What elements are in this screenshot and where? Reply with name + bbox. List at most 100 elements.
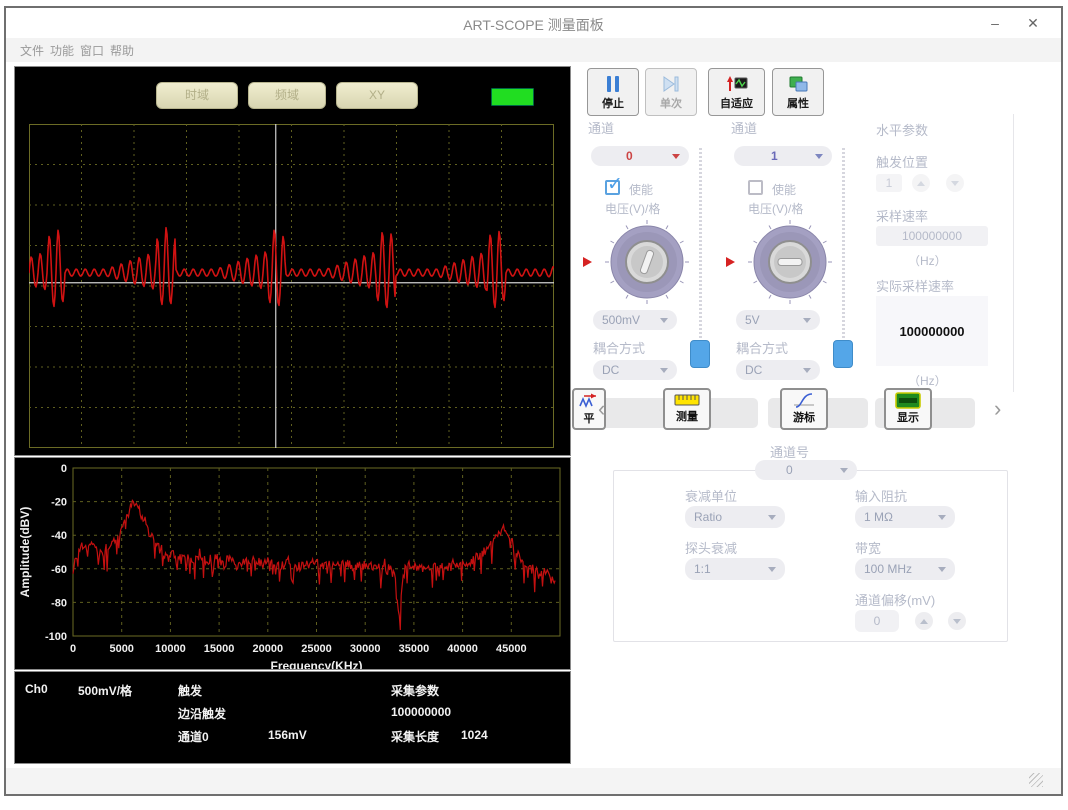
horizontal-params-section: 水平参数 触发位置 1 采样速率 100000000 （Hz） 实际采样速率 1… bbox=[868, 114, 1014, 392]
spectrum-chart: 0500010000150002000025000300003500040000… bbox=[15, 458, 570, 669]
actual-rate-label: 实际采样速率 bbox=[876, 276, 954, 295]
tabs-scroll-right-icon[interactable]: › bbox=[994, 400, 1001, 418]
channel1-coupling-value: DC bbox=[745, 363, 803, 377]
chevron-down-icon bbox=[803, 318, 811, 323]
channel1-coupling-label: 耦合方式 bbox=[736, 338, 788, 357]
trigger-position-up-button[interactable] bbox=[912, 174, 930, 192]
ruler-icon bbox=[674, 392, 700, 408]
scope-display-panel: 时域 频域 XY bbox=[14, 66, 571, 456]
svg-text:-40: -40 bbox=[51, 530, 67, 542]
properties-label: 属性 bbox=[787, 95, 809, 111]
title-bar: ART-SCOPE 测量面板 – ✕ bbox=[6, 8, 1061, 38]
properties-button[interactable]: 属性 bbox=[772, 68, 824, 116]
probe-atten-select[interactable]: 1:1 bbox=[685, 558, 785, 580]
channel-offset-up-button[interactable] bbox=[915, 612, 933, 630]
arrow-down-icon bbox=[953, 619, 961, 624]
actual-rate-unit: （Hz） bbox=[908, 372, 947, 389]
atten-unit-label: 衰减单位 bbox=[685, 486, 737, 505]
tab-measure[interactable]: 测量 bbox=[663, 388, 711, 430]
spectrum-panel: 0500010000150002000025000300003500040000… bbox=[14, 457, 571, 670]
single-button[interactable]: 单次 bbox=[645, 68, 697, 116]
step-icon bbox=[660, 74, 682, 94]
channel0-range-select[interactable]: 500mV bbox=[593, 310, 677, 330]
close-button[interactable]: ✕ bbox=[1020, 12, 1046, 34]
svg-text:0: 0 bbox=[61, 463, 67, 475]
menu-window[interactable]: 窗口 bbox=[80, 42, 104, 59]
tab-display-label: 显示 bbox=[897, 409, 919, 425]
chevron-down-icon bbox=[672, 154, 680, 159]
channel0-coupling-label: 耦合方式 bbox=[593, 338, 645, 357]
waveform-arrow-icon bbox=[578, 392, 600, 410]
bandwidth-value: 100 MHz bbox=[864, 562, 938, 576]
svg-text:-80: -80 bbox=[51, 597, 67, 609]
channel1-enable-checkbox[interactable] bbox=[748, 180, 763, 195]
status-acq-len-label: 采集长度 bbox=[391, 728, 439, 745]
sample-rate-input[interactable]: 100000000 bbox=[876, 226, 988, 246]
bandwidth-select[interactable]: 100 MHz bbox=[855, 558, 955, 580]
svg-text:-60: -60 bbox=[51, 564, 67, 576]
channel0-coupling-select[interactable]: DC bbox=[593, 360, 677, 380]
status-trigger-source: 通道0 bbox=[178, 728, 209, 745]
svg-text:5000: 5000 bbox=[109, 643, 133, 655]
channel1-range-select[interactable]: 5V bbox=[736, 310, 820, 330]
channel0-select[interactable]: 0 bbox=[591, 146, 689, 166]
channel0-offset-slider-track bbox=[699, 148, 702, 342]
chevron-down-icon bbox=[660, 368, 668, 373]
properties-icon bbox=[787, 74, 809, 94]
channel1-card: 1 使能 电压(V)/格 5V bbox=[726, 132, 854, 387]
channel0-vdiv-knob[interactable] bbox=[603, 218, 691, 306]
menu-help[interactable]: 帮助 bbox=[110, 42, 134, 59]
tabs-scroll-left-icon[interactable]: ‹ bbox=[598, 400, 605, 418]
channel1-offset-slider[interactable] bbox=[833, 340, 853, 368]
sample-rate-label: 采样速率 bbox=[876, 206, 928, 225]
s-curve-icon bbox=[792, 392, 816, 409]
atten-unit-select[interactable]: Ratio bbox=[685, 506, 785, 528]
menu-function[interactable]: 功能 bbox=[50, 42, 74, 59]
channel1-select[interactable]: 1 bbox=[734, 146, 832, 166]
svg-text:Frequency(KHz): Frequency(KHz) bbox=[270, 659, 362, 669]
pause-icon bbox=[602, 74, 624, 94]
window-status-strip bbox=[6, 768, 1061, 794]
channel1-range-value: 5V bbox=[745, 313, 803, 327]
chevron-down-icon bbox=[768, 567, 776, 572]
channel0-knob-pointer-icon bbox=[583, 257, 592, 267]
trigger-position-down-button[interactable] bbox=[946, 174, 964, 192]
channel-offset-input[interactable]: 0 bbox=[855, 610, 899, 632]
status-acq-len: 1024 bbox=[461, 728, 488, 742]
channel1-coupling-select[interactable]: DC bbox=[736, 360, 820, 380]
tab-display[interactable]: 显示 bbox=[884, 388, 932, 430]
channel-offset-down-button[interactable] bbox=[948, 612, 966, 630]
channel-no-value: 0 bbox=[764, 463, 840, 477]
impedance-select[interactable]: 1 MΩ bbox=[855, 506, 955, 528]
trigger-position-input[interactable]: 1 bbox=[876, 174, 902, 192]
chevron-down-icon bbox=[840, 468, 848, 473]
channel1-vdiv-knob[interactable] bbox=[746, 218, 834, 306]
mode-button-freq-domain[interactable]: 频域 bbox=[248, 82, 326, 109]
tab-cursor[interactable]: 游标 bbox=[780, 388, 828, 430]
resize-grip-icon[interactable] bbox=[1029, 773, 1043, 787]
chevron-down-icon bbox=[815, 154, 823, 159]
auto-adapt-label: 自适应 bbox=[720, 95, 753, 111]
tab-horizontal-label: 平 bbox=[584, 410, 595, 426]
stop-button[interactable]: 停止 bbox=[587, 68, 639, 116]
mode-button-xy[interactable]: XY bbox=[336, 82, 418, 109]
status-trigger-level: 156mV bbox=[268, 728, 307, 742]
minimize-button[interactable]: – bbox=[982, 12, 1008, 34]
status-volts-per-div: 500mV/格 bbox=[78, 682, 132, 699]
chevron-down-icon bbox=[938, 567, 946, 572]
menu-file[interactable]: 文件 bbox=[20, 42, 44, 59]
channel0-enable-checkbox[interactable] bbox=[605, 180, 620, 195]
probe-atten-value: 1:1 bbox=[694, 562, 768, 576]
channel0-vdiv-label: 电压(V)/格 bbox=[605, 200, 660, 217]
channel0-range-value: 500mV bbox=[602, 313, 660, 327]
svg-text:45000: 45000 bbox=[496, 643, 527, 655]
mode-button-time-domain[interactable]: 时域 bbox=[156, 82, 238, 109]
app-window: ART-SCOPE 测量面板 – ✕ 文件 功能 窗口 帮助 时域 频域 XY … bbox=[0, 0, 1068, 810]
actual-rate-value: 100000000 bbox=[876, 296, 988, 366]
impedance-value: 1 MΩ bbox=[864, 510, 938, 524]
channel0-offset-slider[interactable] bbox=[690, 340, 710, 368]
impedance-label: 输入阻抗 bbox=[855, 486, 907, 505]
auto-adapt-button[interactable]: 自适应 bbox=[708, 68, 765, 116]
tab-cursor-label: 游标 bbox=[793, 409, 815, 425]
channel-no-select[interactable]: 0 bbox=[755, 460, 857, 480]
